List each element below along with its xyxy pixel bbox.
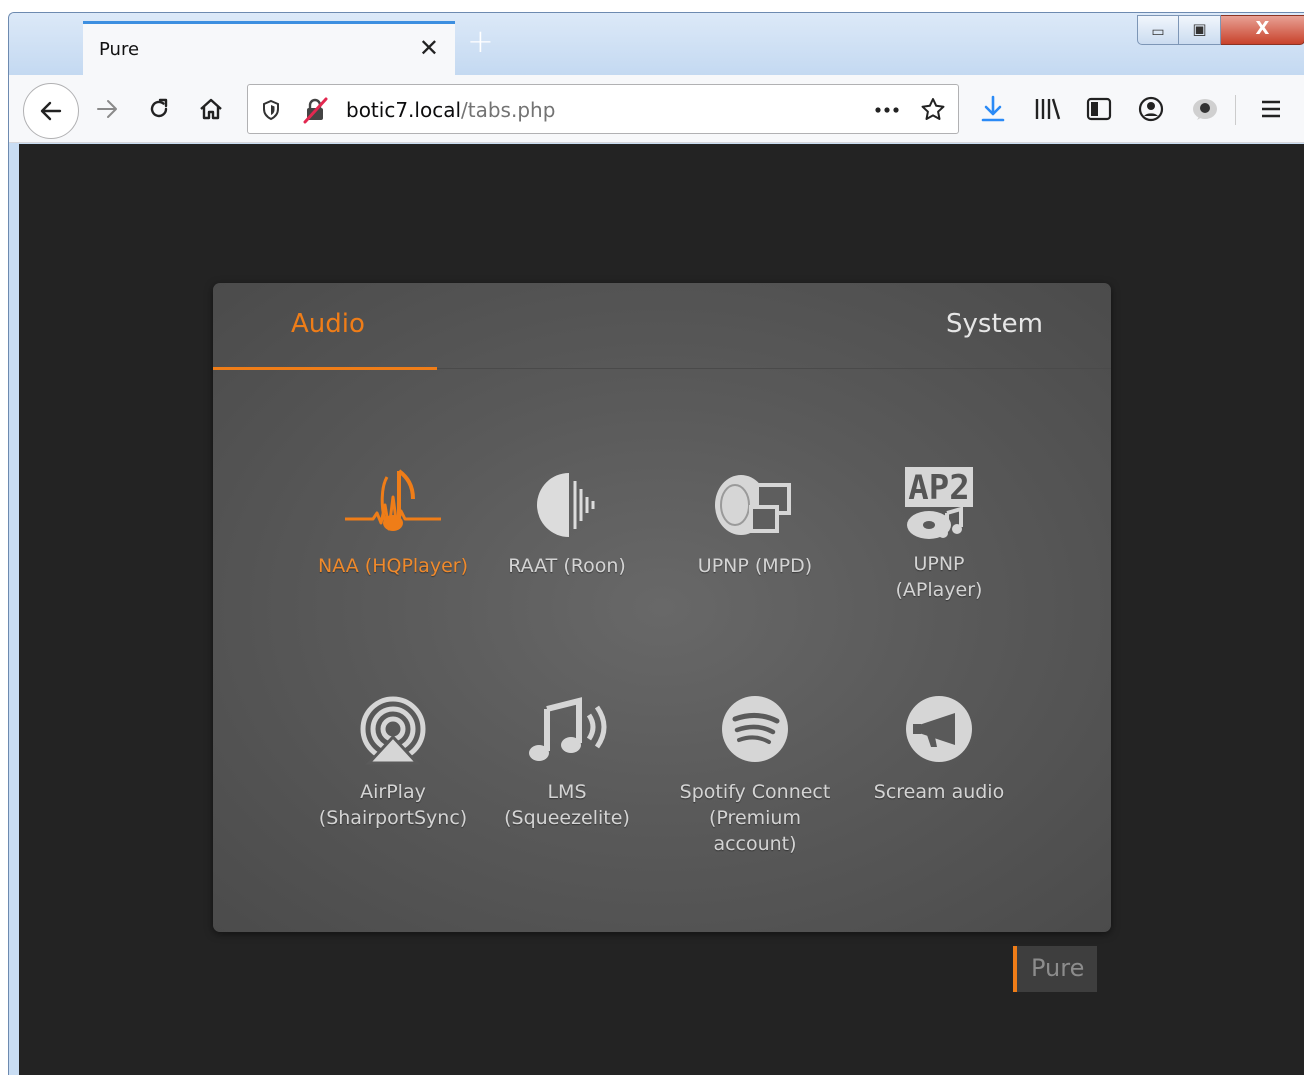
tab-system[interactable]: System [946, 309, 1043, 339]
ap2-icon-text: AP2 [908, 468, 969, 508]
library-button[interactable] [1025, 87, 1069, 131]
menu-button[interactable] [1249, 87, 1293, 131]
brand-badge: Pure [1013, 946, 1097, 992]
star-icon[interactable] [918, 95, 948, 125]
service-label: UPNP [913, 553, 965, 575]
url-host: botic7.local [346, 98, 462, 122]
account-icon [1138, 96, 1164, 122]
minimize-button[interactable]: ▭ [1137, 15, 1179, 45]
minimize-icon: ▭ [1151, 24, 1165, 40]
service-label: Scream audio [873, 781, 1005, 803]
service-upnp-mpd[interactable]: UPNP (MPD) [667, 467, 843, 579]
maximize-icon: ▣ [1192, 20, 1207, 38]
shield-icon[interactable] [256, 95, 286, 125]
main-panel: Audio System NAA (HQPlayer) RAAT (Roon) … [213, 283, 1111, 932]
insecure-lock-icon[interactable] [300, 95, 330, 125]
service-lms[interactable]: LMS (Squeezelite) [479, 693, 655, 831]
active-tab-indicator [213, 367, 437, 370]
service-label: RAAT (Roon) [508, 555, 626, 577]
back-icon [40, 101, 62, 121]
browser-window: Pure ✕ + ▭ ▣ X botic7.local/tabs.php Aud… [8, 12, 1304, 1075]
brand-label: Pure [1031, 954, 1085, 982]
extension-button[interactable] [1183, 87, 1227, 131]
service-label: AirPlay [360, 781, 426, 803]
spotify-icon [722, 696, 788, 762]
toolbar-separator [1235, 95, 1236, 125]
service-spotify-connect[interactable]: Spotify Connect (Premium account) [667, 693, 843, 857]
service-sublabel: (Premium account) [709, 807, 801, 855]
lms-icon [529, 697, 607, 761]
service-scream-audio[interactable]: Scream audio [851, 693, 1027, 805]
service-raat-roon[interactable]: RAAT (Roon) [479, 467, 655, 579]
service-label: UPNP (MPD) [697, 555, 813, 577]
extension-icon [1193, 99, 1217, 120]
tab-title: Pure [99, 39, 140, 60]
panel-tabs: Audio System [213, 283, 1111, 370]
page-content: Audio System NAA (HQPlayer) RAAT (Roon) … [19, 144, 1304, 1075]
service-label: NAA (HQPlayer) [318, 555, 468, 577]
ap2-icon: AP2 [905, 467, 973, 539]
scream-icon [906, 696, 972, 762]
sidebar-button[interactable] [1077, 87, 1121, 131]
airplay-icon [360, 696, 426, 765]
service-airplay[interactable]: AirPlay (ShairportSync) [305, 693, 481, 831]
service-sublabel: (Squeezelite) [504, 807, 630, 829]
maximize-button[interactable]: ▣ [1179, 15, 1221, 45]
reload-icon [150, 98, 168, 118]
service-sublabel: (APlayer) [895, 579, 983, 601]
close-icon: X [1255, 18, 1270, 39]
service-label: LMS [547, 781, 587, 803]
browser-tab[interactable]: Pure ✕ [83, 21, 455, 75]
forward-icon [97, 100, 117, 118]
tab-close-icon[interactable]: ✕ [419, 34, 439, 62]
sidebar-icon [1086, 97, 1112, 121]
roon-icon [537, 473, 595, 537]
hqplayer-icon [345, 469, 441, 531]
more-icon[interactable] [872, 95, 902, 125]
service-sublabel: (ShairportSync) [318, 807, 468, 829]
title-bar: Pure ✕ + ▭ ▣ X [9, 13, 1304, 75]
library-icon [1035, 98, 1061, 120]
new-tab-button[interactable]: + [467, 25, 494, 57]
forward-button[interactable] [85, 87, 129, 131]
service-naa-hqplayer[interactable]: NAA (HQPlayer) [305, 467, 481, 579]
url-path: /tabs.php [461, 98, 556, 122]
close-window-button[interactable]: X [1221, 15, 1304, 45]
tab-audio[interactable]: Audio [291, 309, 365, 339]
download-button[interactable] [971, 87, 1015, 131]
home-button[interactable] [189, 87, 233, 131]
reload-button[interactable] [137, 87, 181, 131]
download-icon [981, 95, 1005, 122]
upnp-mpd-icon [715, 475, 791, 535]
url-text[interactable]: botic7.local/tabs.php [346, 98, 555, 122]
menu-icon [1262, 100, 1280, 118]
home-icon [200, 98, 222, 120]
service-label: Spotify Connect [679, 781, 831, 803]
navigation-bar: botic7.local/tabs.php [9, 75, 1304, 143]
service-upnp-aplayer[interactable]: AP2 UPNP (APlayer) [851, 467, 1027, 603]
account-button[interactable] [1129, 87, 1173, 131]
back-button[interactable] [23, 83, 79, 139]
url-bar[interactable]: botic7.local/tabs.php [247, 84, 959, 134]
